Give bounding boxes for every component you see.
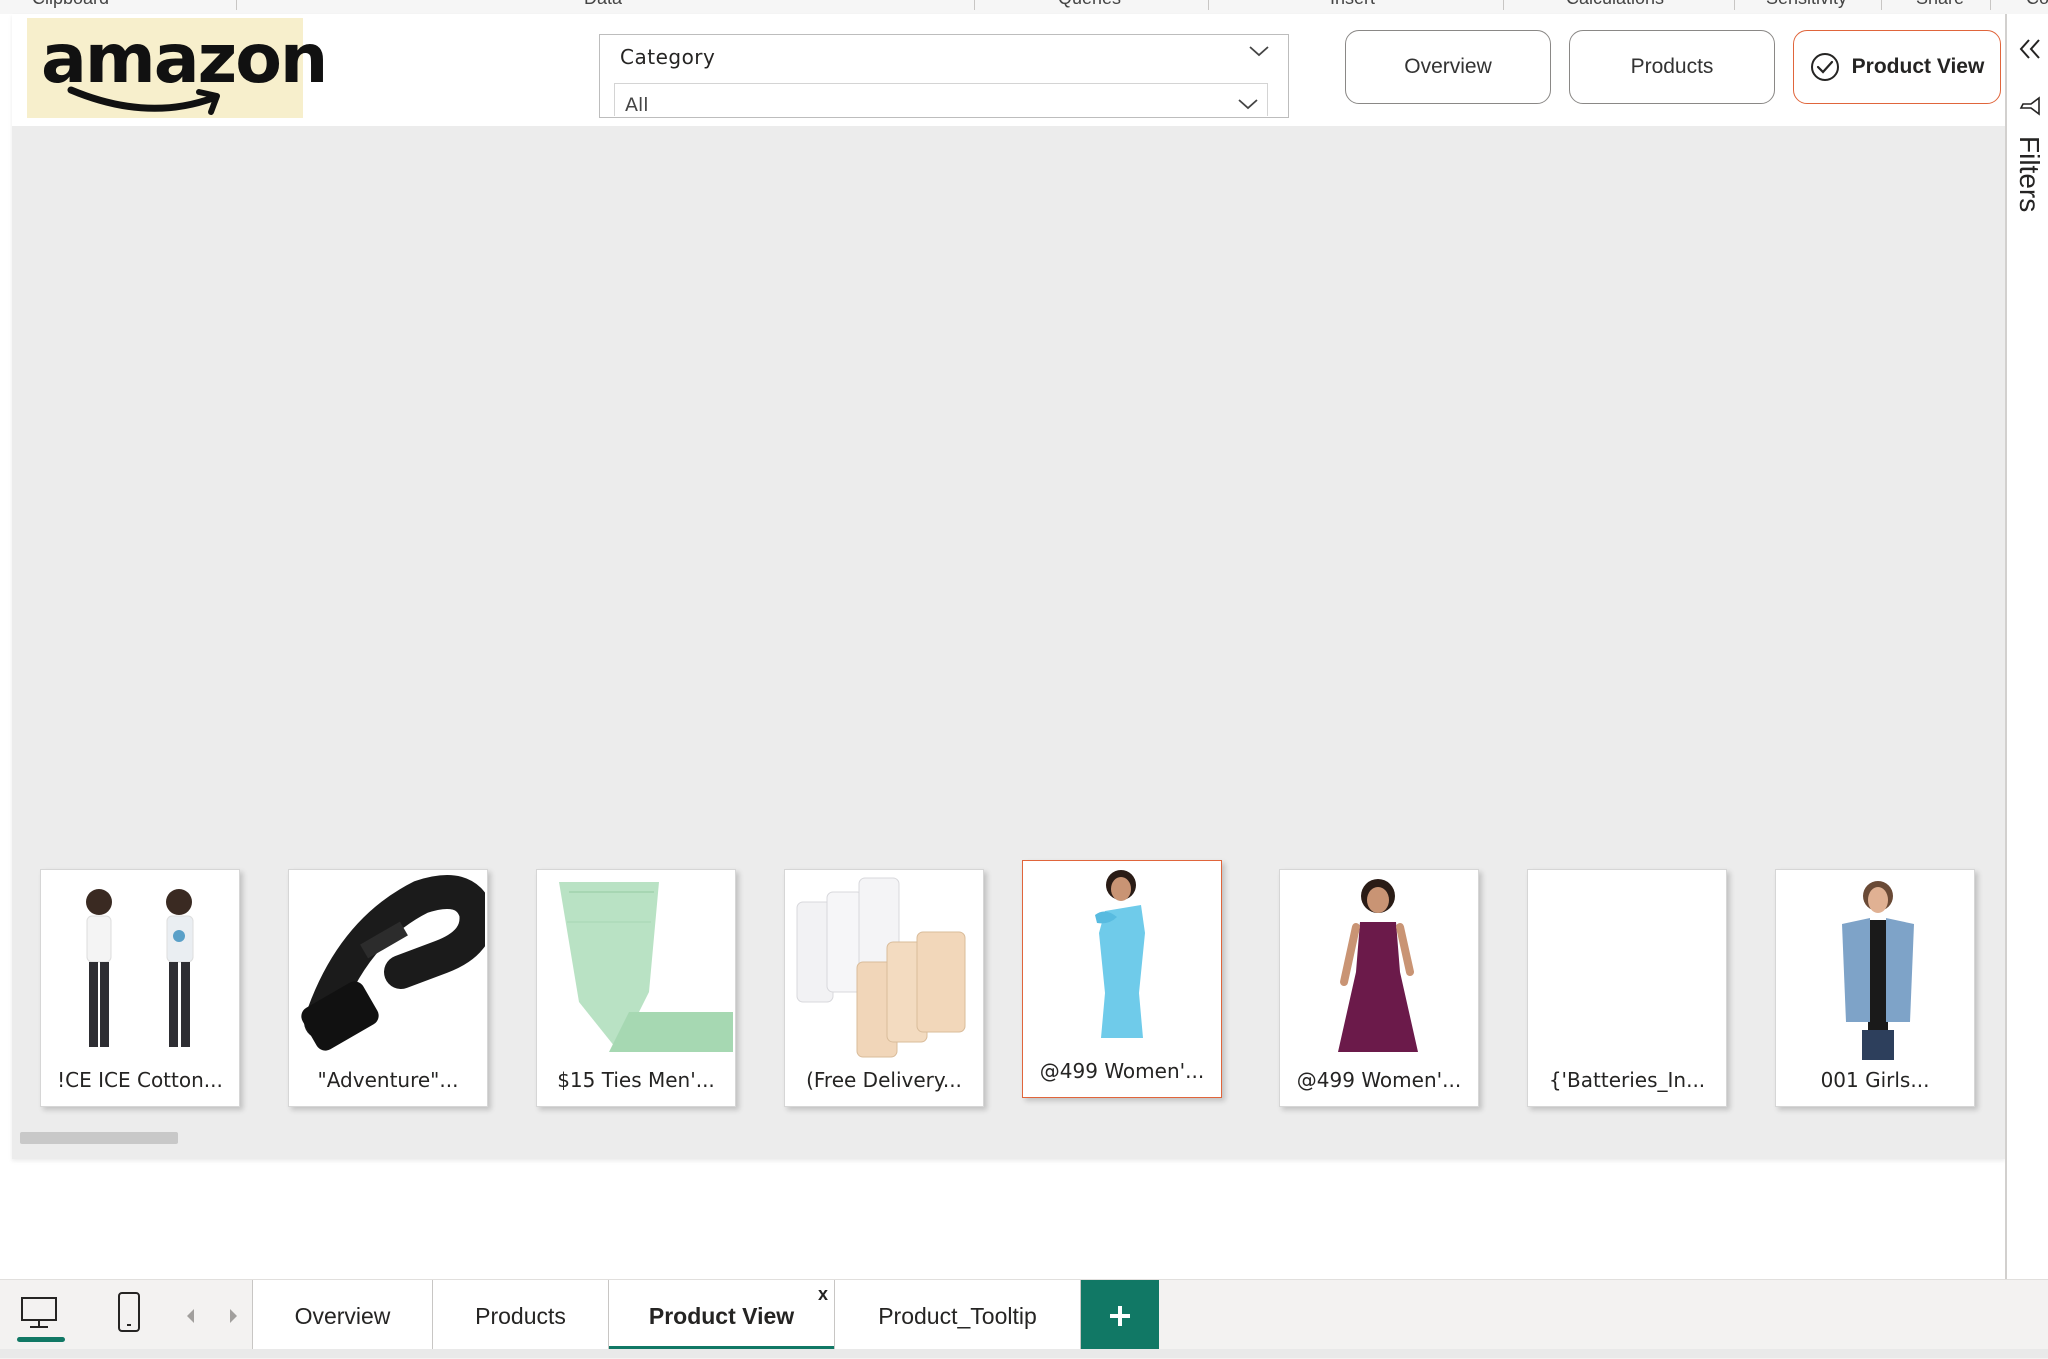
tab-product-tooltip-label: Product_Tooltip	[878, 1302, 1037, 1329]
status-strip	[0, 1349, 2048, 1358]
products-button-label: Products	[1630, 55, 1714, 78]
ribbon-group-clipboard: Clipboard	[32, 0, 109, 9]
chevron-left-icon[interactable]	[182, 1306, 198, 1326]
product-card[interactable]: "Adventure"...	[288, 869, 488, 1107]
ribbon-group-share: Share	[1916, 0, 1964, 9]
chevron-right-icon[interactable]	[226, 1306, 242, 1326]
filter-funnel-icon	[2019, 96, 2040, 116]
mobile-view-icon[interactable]	[114, 1290, 144, 1334]
product-image-purple-dress	[1282, 872, 1476, 1062]
product-view-button[interactable]: Product View	[1793, 30, 2001, 104]
desktop-view-icon[interactable]	[18, 1294, 62, 1334]
tab-products[interactable]: Products	[432, 1280, 608, 1352]
product-image-belt	[291, 872, 485, 1062]
plus-icon	[1110, 1306, 1130, 1326]
product-caption: @499 Women'...	[1039, 1059, 1205, 1083]
double-chevron-left-icon[interactable]	[2015, 34, 2045, 64]
horizontal-scrollbar[interactable]	[20, 1132, 178, 1144]
ribbon-group-co: Co	[2026, 0, 2048, 9]
product-caption: !CE ICE Cotton...	[57, 1068, 223, 1092]
slicer-selected-value: All	[625, 94, 649, 116]
tab-overview-label: Overview	[294, 1302, 391, 1329]
product-image-girls-tshirts	[43, 872, 237, 1062]
slicer-title: Category	[620, 45, 716, 69]
product-card[interactable]: !CE ICE Cotton...	[40, 869, 240, 1107]
product-card[interactable]: $15 Ties Men'...	[536, 869, 736, 1107]
product-caption: @499 Women'...	[1296, 1068, 1462, 1092]
product-card[interactable]: (Free Delivery...	[784, 869, 984, 1107]
product-caption: "Adventure"...	[317, 1068, 459, 1092]
ribbon-group-data: Data	[584, 0, 622, 9]
product-caption: (Free Delivery...	[806, 1068, 962, 1092]
tab-overview[interactable]: Overview	[252, 1280, 432, 1352]
add-page-button[interactable]	[1081, 1280, 1159, 1352]
product-card[interactable]: @499 Women'...	[1279, 869, 1479, 1107]
ribbon-group-labels: Clipboard Data Queries Insert Calculatio…	[0, 0, 2048, 15]
tab-products-label: Products	[475, 1302, 566, 1329]
report-canvas: amazon Category All Overview Products Pr…	[0, 14, 2005, 1159]
overview-button-label: Overview	[1404, 55, 1492, 78]
ribbon-divider	[1208, 0, 1209, 10]
product-image-tie	[539, 872, 733, 1062]
filters-label: Filters	[2014, 136, 2045, 213]
tab-product-view[interactable]: Product View x	[608, 1280, 834, 1352]
filters-pane[interactable]: Filters	[2005, 14, 2048, 1280]
desktop-view-indicator	[17, 1337, 65, 1342]
ribbon-divider	[1990, 0, 1991, 10]
product-image-blank	[1530, 872, 1724, 1062]
ribbon-group-queries: Queries	[1058, 0, 1121, 9]
page-tab-bar: Overview Products Product View x Product…	[0, 1279, 2048, 1359]
tab-product-tooltip[interactable]: Product_Tooltip	[834, 1280, 1081, 1352]
ribbon-group-sensitivity: Sensitivity	[1766, 0, 1847, 9]
products-button[interactable]: Products	[1569, 30, 1775, 104]
chevron-down-icon[interactable]	[1237, 96, 1259, 112]
amazon-logo: amazon	[27, 18, 328, 118]
product-image-denim-vest	[1778, 872, 1972, 1062]
product-card-selected[interactable]: @499 Women'...	[1022, 860, 1222, 1098]
smile-arrow-icon	[67, 86, 220, 115]
product-card[interactable]: 001 Girls...	[1775, 869, 1975, 1107]
report-page: amazon Category All Overview Products Pr…	[12, 14, 2005, 1159]
ribbon-group-insert: Insert	[1330, 0, 1375, 9]
close-tab-icon[interactable]: x	[818, 1284, 828, 1305]
ribbon-divider	[236, 0, 237, 10]
tab-product-view-label: Product View	[648, 1302, 795, 1329]
category-slicer[interactable]: Category All	[599, 34, 1289, 118]
product-caption: $15 Ties Men'...	[557, 1068, 715, 1092]
report-header: amazon Category All Overview Products Pr…	[12, 14, 2005, 126]
ribbon-group-calculations: Calculations	[1566, 0, 1664, 9]
product-view-button-label: Product View	[1851, 55, 1985, 78]
product-caption: {'Batteries_In...	[1548, 1068, 1706, 1092]
product-card[interactable]: {'Batteries_In...	[1527, 869, 1727, 1107]
product-image-bra-extenders	[787, 872, 981, 1062]
ribbon-divider	[1734, 0, 1735, 10]
ribbon-divider	[1503, 0, 1504, 10]
check-circle-icon	[1810, 53, 1839, 81]
product-caption: 001 Girls...	[1820, 1068, 1930, 1092]
ribbon-divider	[1881, 0, 1882, 10]
slicer-dropdown[interactable]: All	[614, 83, 1268, 116]
chevron-down-icon[interactable]	[1248, 43, 1270, 59]
product-image-blue-dress	[1025, 863, 1219, 1053]
overview-button[interactable]: Overview	[1345, 30, 1551, 104]
ribbon-divider	[974, 0, 975, 10]
